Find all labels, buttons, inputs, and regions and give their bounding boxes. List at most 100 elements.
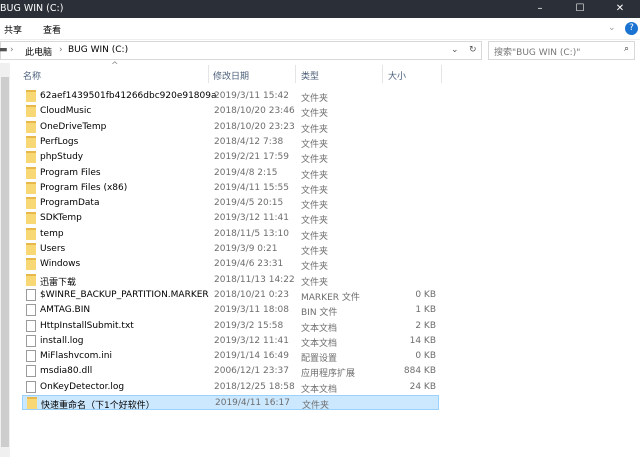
file-row[interactable]: Program Files (x86) 2019/4/11 15:55 文件夹	[22, 181, 439, 196]
breadcrumb-this-pc[interactable]: 此电脑	[25, 45, 52, 58]
file-row[interactable]: ProgramData 2019/4/5 20:15 文件夹	[22, 196, 439, 211]
file-icon	[26, 380, 36, 393]
file-type: 文件夹	[301, 185, 329, 196]
file-name: 62aef1439501fb41266dbc920e91809a	[40, 91, 217, 101]
file-type: 文本文档	[301, 384, 338, 395]
file-size: 2 KB	[415, 320, 436, 331]
folder-icon	[26, 258, 36, 271]
file-row[interactable]: phpStudy 2019/2/21 17:59 文件夹	[22, 150, 439, 165]
file-date: 2018/12/25 18:58	[214, 381, 295, 392]
file-name: 迅雷下载	[40, 277, 77, 288]
file-type: 文件夹	[301, 262, 329, 273]
tab-view[interactable]: 查看	[43, 23, 61, 36]
file-date: 2018/11/5 13:10	[214, 228, 289, 239]
file-date: 2018/10/21 0:23	[214, 289, 289, 300]
file-row[interactable]: AMTAG.BIN 2019/3/11 18:08 BIN 文件 1 KB	[22, 303, 439, 318]
nav-pane-scrollbar[interactable]	[0, 63, 10, 457]
drive-icon: ▬	[0, 45, 8, 55]
file-date: 2019/2/21 17:59	[214, 152, 289, 163]
file-row[interactable]: 快速重命名（下1个好软件） 2019/4/11 16:17 文件夹	[22, 395, 439, 411]
maximize-button[interactable]: ☐	[560, 0, 600, 18]
file-row[interactable]: temp 2018/11/5 13:10 文件夹	[22, 227, 439, 242]
column-type[interactable]: 类型	[301, 69, 319, 82]
column-size[interactable]: 大小	[388, 69, 406, 82]
file-date: 2019/1/14 16:49	[214, 351, 289, 362]
file-row[interactable]: Program Files 2019/4/8 2:15 文件夹	[22, 166, 439, 181]
file-row[interactable]: 62aef1439501fb41266dbc920e91809a 2019/3/…	[22, 89, 439, 104]
file-name: AMTAG.BIN	[40, 305, 91, 316]
file-row[interactable]: PerfLogs 2018/4/12 7:38 文件夹	[22, 135, 439, 150]
file-name: Windows	[40, 259, 81, 270]
column-date[interactable]: 修改日期	[213, 69, 249, 82]
file-type: 应用程序扩展	[301, 369, 356, 380]
folder-icon	[26, 105, 36, 118]
folder-icon	[26, 273, 36, 286]
file-name: msdia80.dll	[40, 366, 93, 377]
file-type: 文本文档	[301, 323, 338, 334]
breadcrumb-drive[interactable]: BUG WIN (C:)	[68, 45, 128, 55]
file-row[interactable]: OnKeyDetector.log 2018/12/25 18:58 文本文档 …	[22, 380, 439, 395]
file-row[interactable]: $WINRE_BACKUP_PARTITION.MARKER 2018/10/2…	[22, 288, 439, 303]
ribbon-expand-icon[interactable]: ⌄	[608, 23, 616, 33]
file-row[interactable]: Windows 2019/4/6 23:31 文件夹	[22, 257, 439, 272]
folder-icon	[27, 397, 37, 409]
refresh-icon[interactable]: ↻	[469, 45, 477, 55]
address-bar[interactable]: ▬ › 此电脑 › BUG WIN (C:) ⌄ ↻	[0, 41, 482, 60]
file-type: 文件夹	[301, 201, 329, 212]
file-row[interactable]: CloudMusic 2018/10/20 23:46 文件夹	[22, 104, 439, 119]
file-date: 2019/3/11 15:42	[214, 91, 289, 101]
help-icon[interactable]: ?	[625, 22, 638, 35]
file-name: Program Files	[40, 167, 101, 178]
folder-icon	[26, 227, 36, 240]
file-icon	[26, 350, 36, 363]
file-name: Users	[40, 244, 66, 254]
file-row[interactable]: HttpInstallSubmit.txt 2019/3/2 15:58 文本文…	[22, 319, 439, 334]
file-type: 文件夹	[301, 170, 329, 181]
file-date: 2018/10/20 23:23	[214, 121, 295, 132]
file-row[interactable]: MiFlashvcom.ini 2019/1/14 16:49 配置设置 0 K…	[22, 349, 439, 364]
tab-share[interactable]: 共享	[4, 23, 22, 36]
file-name: HttpInstallSubmit.txt	[40, 320, 134, 331]
file-type: 配置设置	[301, 354, 338, 365]
folder-icon	[26, 166, 36, 179]
file-date: 2018/11/13 14:22	[214, 274, 295, 285]
sort-arrow-icon: ^	[111, 61, 119, 71]
file-row[interactable]: msdia80.dll 2006/12/1 23:37 应用程序扩展 884 K…	[22, 364, 439, 379]
file-icon	[26, 334, 36, 347]
minimize-button[interactable]: –	[520, 0, 560, 18]
file-type: 文件夹	[301, 216, 329, 227]
file-name: $WINRE_BACKUP_PARTITION.MARKER	[40, 289, 209, 300]
file-row[interactable]: install.log 2019/3/12 11:41 文本文档 14 KB	[22, 334, 439, 349]
file-row[interactable]: SDKTemp 2019/3/12 11:41 文件夹	[22, 211, 439, 226]
column-name[interactable]: 名称	[23, 69, 41, 82]
file-date: 2019/4/8 2:15	[214, 167, 278, 178]
search-icon: ⌕	[623, 44, 629, 54]
folder-icon	[26, 212, 36, 225]
scrollbar-thumb[interactable]	[1, 77, 9, 447]
file-type: 文件夹	[301, 94, 329, 104]
file-row[interactable]: Users 2019/3/9 0:21 文件夹	[22, 242, 439, 257]
file-size: 0 KB	[415, 289, 436, 300]
file-size: 1 KB	[415, 305, 436, 316]
file-type: 文件夹	[302, 401, 330, 411]
file-icon	[26, 365, 36, 378]
search-input[interactable]: 搜索"BUG WIN (C:)"	[494, 45, 580, 58]
file-type: MARKER 文件	[301, 292, 360, 303]
file-type: 文件夹	[301, 109, 329, 120]
breadcrumb-separator: ›	[10, 45, 14, 55]
file-name: OnKeyDetector.log	[40, 381, 125, 392]
breadcrumb-separator: ›	[59, 45, 63, 55]
file-name: PerfLogs	[40, 136, 79, 147]
column-header: ^ 名称 修改日期 类型 大小	[11, 61, 640, 85]
file-name: OneDriveTemp	[40, 121, 107, 132]
close-button[interactable]: ✕	[600, 0, 640, 18]
file-type: 文本文档	[301, 338, 338, 349]
search-box[interactable]: 搜索"BUG WIN (C:)" ⌕	[488, 41, 635, 60]
file-row[interactable]: OneDriveTemp 2018/10/20 23:23 文件夹	[22, 120, 439, 135]
address-dropdown-icon[interactable]: ⌄	[451, 45, 459, 55]
file-icon	[26, 319, 36, 332]
file-row[interactable]: 迅雷下载 2018/11/13 14:22 文件夹	[22, 273, 439, 288]
file-size: 884 KB	[403, 366, 436, 377]
file-icon	[26, 288, 36, 301]
file-name: phpStudy	[40, 152, 84, 163]
